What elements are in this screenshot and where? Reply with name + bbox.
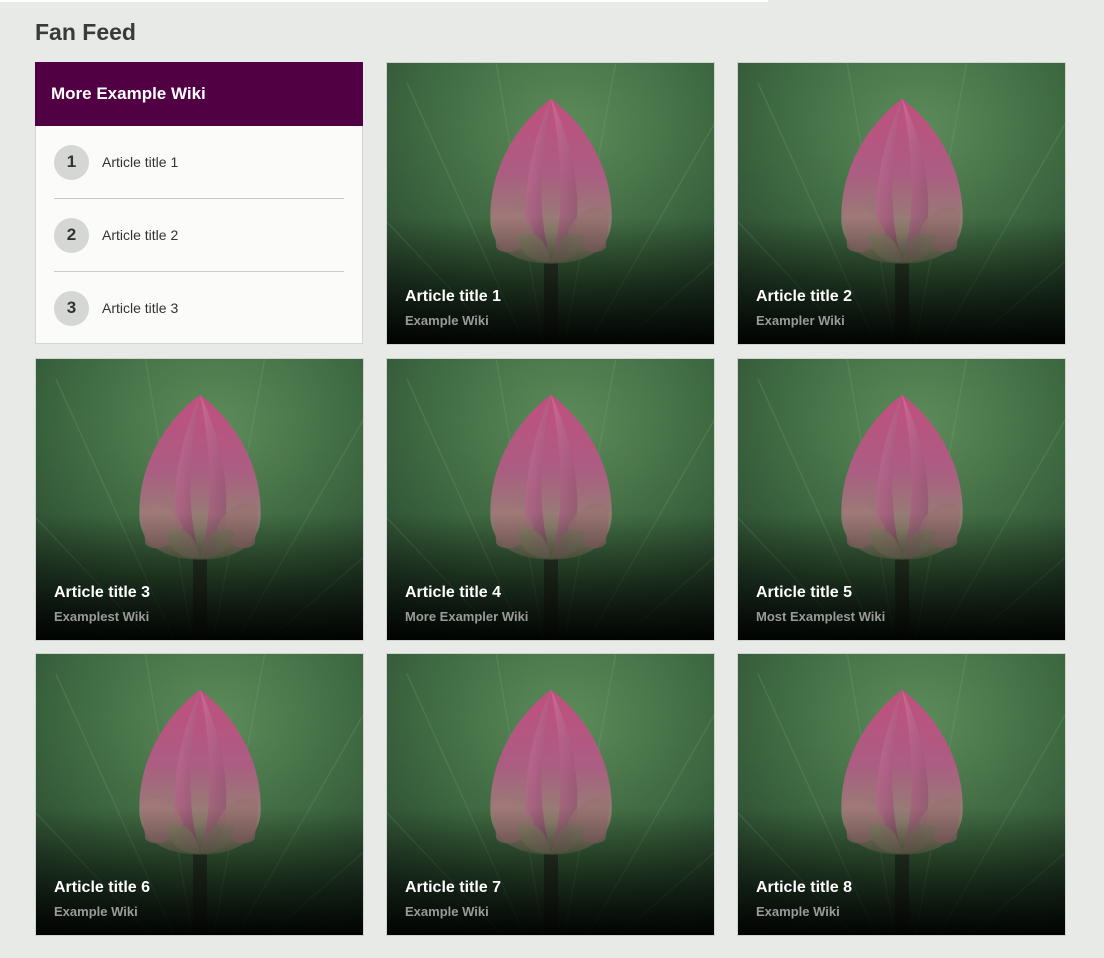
rank-badge: 1 (54, 144, 89, 180)
card-wiki-name: Example Wiki (405, 313, 489, 328)
card-title: Article title 7 (405, 879, 502, 896)
card-title: Article title 2 (756, 288, 853, 305)
card-title: Article title 1 (405, 288, 502, 305)
card-title: Article title 5 (756, 584, 853, 601)
ranked-item-2[interactable]: 2 Article title 2 (54, 199, 344, 272)
card-wiki-name: Example Wiki (756, 904, 840, 919)
ranked-item-title[interactable]: Article title 3 (102, 300, 178, 316)
article-card-7[interactable]: Article title 7 Example Wiki (386, 653, 715, 936)
card-wiki-name: More Exampler Wiki (405, 609, 529, 624)
card-wiki-name: Example Wiki (405, 904, 489, 919)
rank-badge: 3 (54, 290, 89, 326)
ranked-item-1[interactable]: 1 Article title 1 (54, 126, 344, 199)
article-card-5[interactable]: Article title 5 Most Examplest Wiki (737, 358, 1066, 641)
card-wiki-name: Example Wiki (54, 904, 138, 919)
article-card-3[interactable]: Article title 3 Examplest Wiki (35, 358, 364, 641)
article-card-1[interactable]: Article title 1 Example Wiki (386, 62, 715, 345)
rank-badge: 2 (54, 217, 89, 253)
article-card-2[interactable]: Article title 2 Exampler Wiki (737, 62, 1066, 345)
card-wiki-name: Examplest Wiki (54, 609, 150, 624)
ranked-item-title[interactable]: Article title 1 (102, 154, 178, 170)
article-card-4[interactable]: Article title 4 More Exampler Wiki (386, 358, 715, 641)
card-wiki-name: Exampler Wiki (756, 313, 845, 328)
ranked-article-list: 1 Article title 1 2 Article title 2 3 Ar… (36, 126, 362, 344)
card-title: Article title 3 (54, 584, 151, 601)
ranked-item-title[interactable]: Article title 2 (102, 227, 178, 243)
article-card-6[interactable]: Article title 6 Example Wiki (35, 653, 364, 936)
card-title: Article title 8 (756, 879, 853, 896)
top-divider (0, 0, 768, 2)
page-title: Fan Feed (35, 19, 136, 45)
panel-title: More Example Wiki (35, 62, 363, 126)
card-title: Article title 6 (54, 879, 151, 896)
article-card-8[interactable]: Article title 8 Example Wiki (737, 653, 1066, 936)
wiki-panel: More Example Wiki 1 Article title 1 2 Ar… (35, 62, 363, 344)
card-wiki-name: Most Examplest Wiki (756, 609, 886, 624)
card-title: Article title 4 (405, 584, 502, 601)
ranked-item-3[interactable]: 3 Article title 3 (54, 272, 344, 344)
